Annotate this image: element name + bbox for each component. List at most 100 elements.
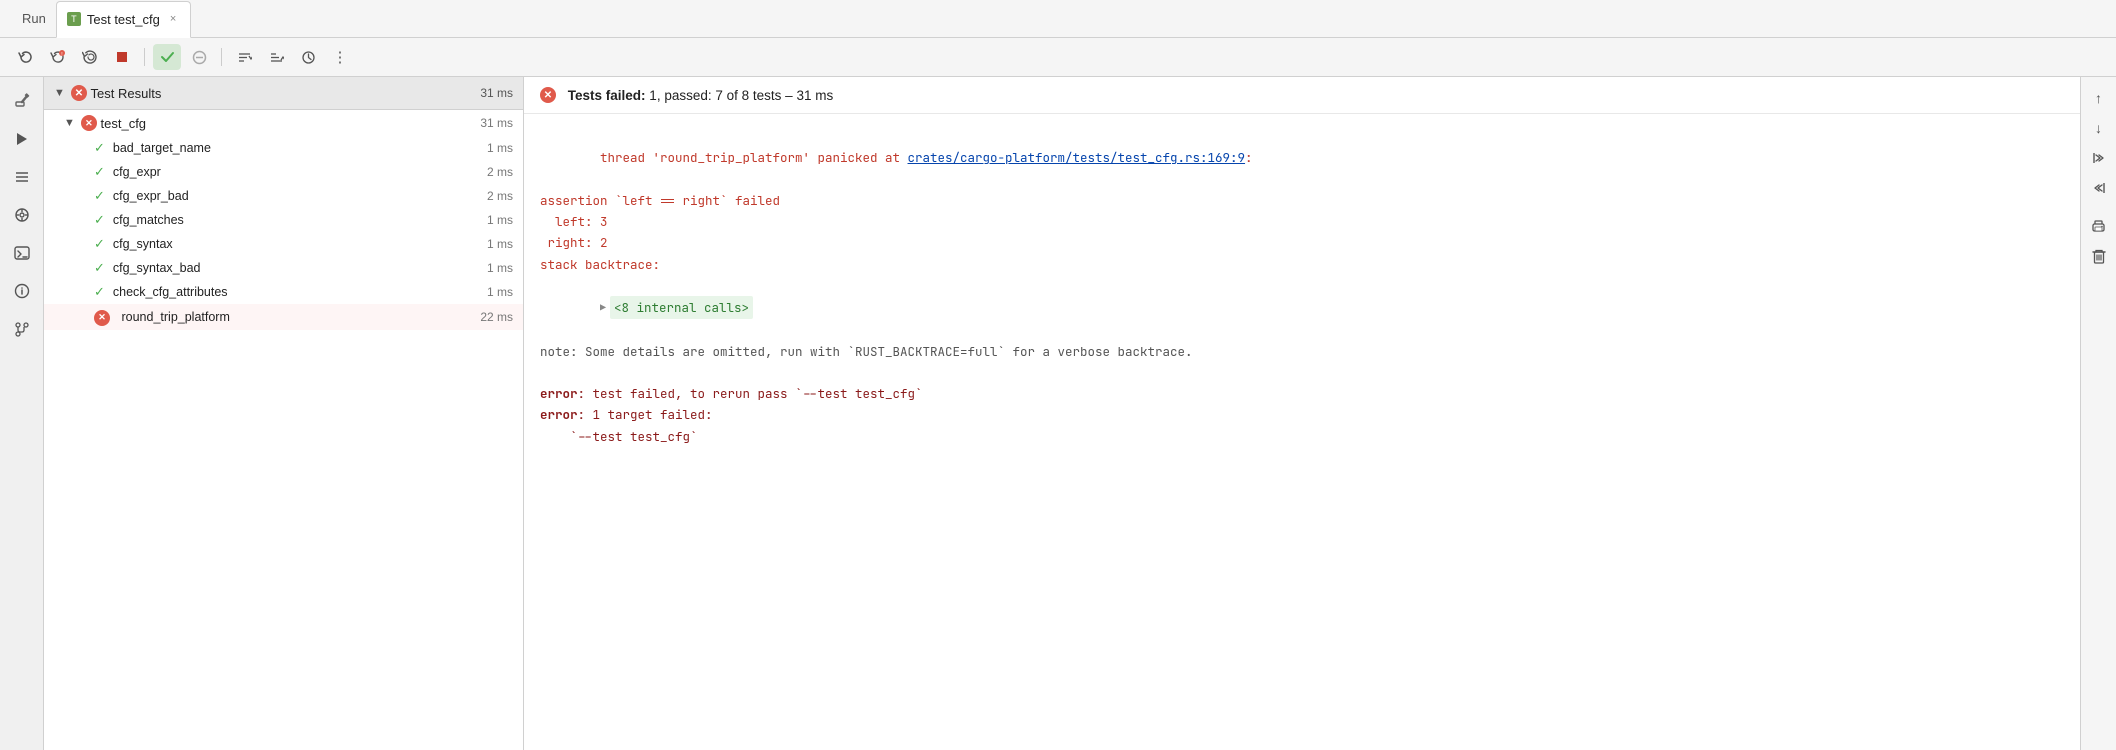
test-time-0: 1 ms <box>487 141 513 155</box>
output-line-9: `--test test_cfg` <box>540 426 2064 447</box>
output-body: thread 'round_trip_platform' panicked at… <box>524 114 2080 750</box>
output-line-0: thread 'round_trip_platform' panicked at… <box>540 126 2064 190</box>
pass-icon-1: ✓ <box>94 164 105 180</box>
output-line-4: stack backtrace: <box>540 254 2064 275</box>
history-button[interactable] <box>294 44 322 70</box>
pass-icon-6: ✓ <box>94 284 105 300</box>
tab-run[interactable]: Run <box>12 0 56 37</box>
scroll-to-start-button[interactable] <box>2085 175 2113 201</box>
test-name-2: cfg_expr_bad <box>113 189 189 203</box>
group-arrow: ▼ <box>64 117 75 129</box>
output-line-3: right: 2 <box>540 232 2064 253</box>
summary-of: of <box>723 88 742 103</box>
rerun-all-button[interactable] <box>76 44 104 70</box>
delete-button[interactable] <box>2085 243 2113 269</box>
line0-text2: : <box>1245 149 1253 166</box>
test-item-cfg-syntax-bad[interactable]: ✓ cfg_syntax_bad 1 ms <box>44 256 523 280</box>
summary-rest: , passed: <box>657 88 716 103</box>
header-fail-badge: ✕ <box>71 85 87 101</box>
test-panel: ▼ ✕ Test Results 31 ms ▼ ✕ test_cfg 31 m… <box>44 77 524 750</box>
toolbar-sep-1 <box>144 48 145 66</box>
output-line-2: left: 3 <box>540 211 2064 232</box>
scroll-down-button[interactable]: ↓ <box>2085 115 2113 141</box>
test-item-bad-target-name[interactable]: ✓ bad_target_name 1 ms <box>44 136 523 160</box>
output-panel: ✕ Tests failed: 1, passed: 7 of 8 tests … <box>524 77 2080 750</box>
sidebar-terminal-icon[interactable] <box>6 237 38 269</box>
fail-icon-7: ✕ <box>94 308 110 326</box>
test-name-1: cfg_expr <box>113 165 161 179</box>
output-line-empty <box>540 362 2064 383</box>
sidebar-run-icon[interactable] <box>6 123 38 155</box>
test-results-time: 31 ms <box>480 86 513 100</box>
output-line-1: assertion `left == right` failed <box>540 190 2064 211</box>
output-header: ✕ Tests failed: 1, passed: 7 of 8 tests … <box>524 77 2080 114</box>
test-time-7: 22 ms <box>480 310 513 324</box>
test-time-5: 1 ms <box>487 261 513 275</box>
test-list: ▼ ✕ test_cfg 31 ms ✓ bad_target_name 1 m… <box>44 110 523 750</box>
pass-icon-5: ✓ <box>94 260 105 276</box>
scroll-to-end-button[interactable] <box>2085 145 2113 171</box>
sidebar-list-icon[interactable] <box>6 161 38 193</box>
sidebar-info-icon[interactable] <box>6 275 38 307</box>
output-line-6: note: Some details are omitted, run with… <box>540 341 2064 362</box>
group-fail-badge: ✕ <box>81 115 97 131</box>
tab-bar: Run T Test test_cfg × <box>0 0 2116 38</box>
rerun-failed-button[interactable]: ! <box>44 44 72 70</box>
print-button[interactable] <box>2085 213 2113 239</box>
output-line-5[interactable]: ▶ <8 internal calls> <box>540 275 2064 341</box>
test-item-cfg-matches[interactable]: ✓ cfg_matches 1 ms <box>44 208 523 232</box>
right-sidebar: ↑ ↓ <box>2080 77 2116 750</box>
test-tab-label: Test test_cfg <box>87 12 160 27</box>
toolbar: ! <box>0 38 2116 77</box>
sidebar-plugin-icon[interactable] <box>6 199 38 231</box>
line0-text1: thread 'round_trip_platform' panicked at <box>600 149 908 166</box>
line0-link[interactable]: crates/cargo-platform/tests/test_cfg.rs:… <box>908 149 1246 166</box>
test-name-0: bad_target_name <box>113 141 211 155</box>
group-name: test_cfg <box>101 116 147 131</box>
test-group-header[interactable]: ▼ ✕ test_cfg 31 ms <box>44 110 523 136</box>
output-line-7: error: test failed, to rerun pass `--tes… <box>540 383 2064 404</box>
test-item-round-trip-platform[interactable]: ✕ round_trip_platform 22 ms <box>44 304 523 330</box>
test-name-3: cfg_matches <box>113 213 184 227</box>
more-button[interactable]: ⋮ <box>326 44 354 70</box>
main-area: ▼ ✕ Test Results 31 ms ▼ ✕ test_cfg 31 m… <box>0 77 2116 750</box>
tab-test-cfg[interactable]: T Test test_cfg × <box>56 1 191 38</box>
test-item-cfg-syntax[interactable]: ✓ cfg_syntax 1 ms <box>44 232 523 256</box>
output-fail-badge: ✕ <box>540 87 556 103</box>
toggle-passed-button[interactable] <box>153 44 181 70</box>
test-name-4: cfg_syntax <box>113 237 173 251</box>
rerun-button[interactable] <box>12 44 40 70</box>
tab-close-button[interactable]: × <box>166 11 180 27</box>
more-icon: ⋮ <box>333 48 348 66</box>
test-results-header[interactable]: ▼ ✕ Test Results 31 ms <box>44 77 523 110</box>
sort-alpha-button[interactable] <box>262 44 290 70</box>
svg-text:!: ! <box>61 52 62 58</box>
summary-tests: tests – <box>749 88 796 103</box>
test-item-check-cfg-attributes[interactable]: ✓ check_cfg_attributes 1 ms <box>44 280 523 304</box>
test-name-7: round_trip_platform <box>121 310 229 324</box>
sort-duration-button[interactable] <box>230 44 258 70</box>
internal-calls-label: <8 internal calls> <box>610 296 753 319</box>
sidebar-hammer-icon[interactable] <box>6 85 38 117</box>
test-item-cfg-expr-bad[interactable]: ✓ cfg_expr_bad 2 ms <box>44 184 523 208</box>
summary-failed-count: 1 <box>649 88 657 103</box>
toolbar-sep-2 <box>221 48 222 66</box>
header-arrow: ▼ <box>54 87 65 99</box>
group-time: 31 ms <box>480 116 513 130</box>
test-item-cfg-expr[interactable]: ✓ cfg_expr 2 ms <box>44 160 523 184</box>
sidebar-git-icon[interactable] <box>6 313 38 345</box>
pass-icon-2: ✓ <box>94 188 105 204</box>
output-summary-label: Tests failed: 1, passed: 7 of 8 tests – … <box>568 88 833 103</box>
output-line-8: error: 1 target failed: <box>540 404 2064 425</box>
stop-button[interactable] <box>108 44 136 70</box>
pass-icon-4: ✓ <box>94 236 105 252</box>
test-group-cfg: ▼ ✕ test_cfg 31 ms ✓ bad_target_name 1 m… <box>44 110 523 330</box>
test-time-2: 2 ms <box>487 189 513 203</box>
internal-calls-toggle[interactable]: ▶ <8 internal calls> <box>600 296 753 319</box>
pass-icon-3: ✓ <box>94 212 105 228</box>
left-sidebar <box>0 77 44 750</box>
test-time-6: 1 ms <box>487 285 513 299</box>
toggle-skipped-button[interactable] <box>185 44 213 70</box>
pass-icon-0: ✓ <box>94 140 105 156</box>
scroll-up-button[interactable]: ↑ <box>2085 85 2113 111</box>
